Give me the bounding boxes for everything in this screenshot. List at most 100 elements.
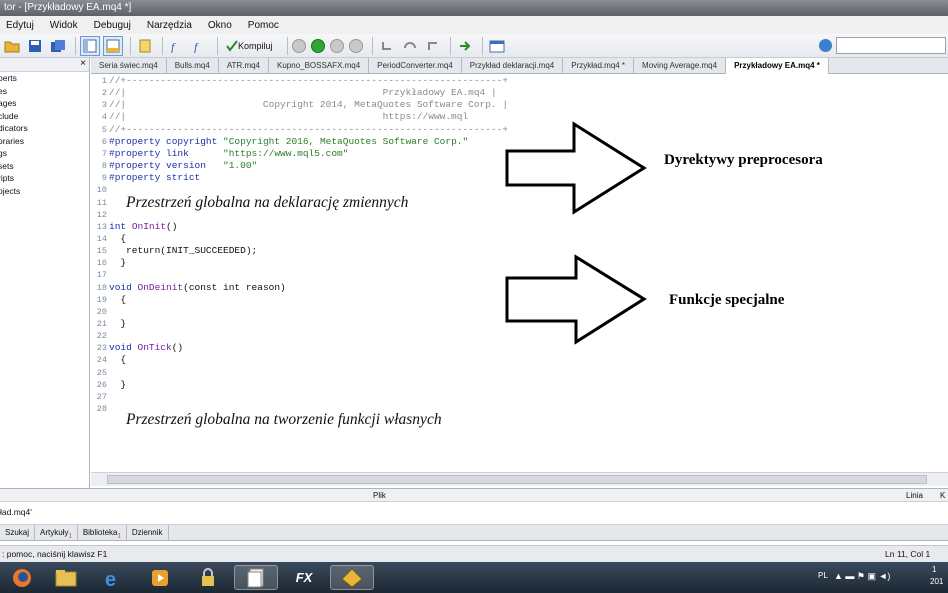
navigator-item[interactable]: dicators xyxy=(0,122,89,135)
svg-text:e: e xyxy=(105,569,116,589)
table-row[interactable]: ład.mq4' xyxy=(0,503,948,525)
tab-file[interactable]: Seria świec.mq4 xyxy=(91,58,167,74)
svg-text:f: f xyxy=(171,40,176,53)
tab-articles[interactable]: Artykuły1 xyxy=(35,525,78,541)
close-icon[interactable]: × xyxy=(80,58,86,69)
window-title-bar: tor - [Przykładowy EA.mq4 *] xyxy=(0,0,948,16)
horizontal-scrollbar[interactable] xyxy=(91,472,948,486)
tab-journal[interactable]: Dziennik xyxy=(127,525,169,541)
tab-file[interactable]: Kupno_BOSSAFX.mq4 xyxy=(269,58,370,74)
status-cursor-position: Ln 11, Col 1 xyxy=(885,549,931,559)
arrow-right-icon[interactable] xyxy=(455,36,475,56)
tab-file[interactable]: Bulls.mq4 xyxy=(167,58,219,74)
fx-icon[interactable]: FX xyxy=(282,565,326,590)
code-text: //| Copyright 2014, MetaQuotes Software … xyxy=(109,99,509,111)
tab-library-label: Biblioteka xyxy=(82,528,118,537)
tab-library[interactable]: Biblioteka1 xyxy=(78,525,127,541)
line-number: 10 xyxy=(96,185,107,196)
new-icon[interactable] xyxy=(135,36,155,56)
tray-icons[interactable]: ▲ ▬ ⚑ ▣ ◄) xyxy=(834,571,890,582)
function-list-icon[interactable]: f xyxy=(190,36,210,56)
column-line[interactable]: Linia xyxy=(906,491,923,500)
tab-file[interactable]: ATR.mq4 xyxy=(219,58,270,74)
documents-icon[interactable] xyxy=(234,565,278,590)
toolbar-separator xyxy=(449,36,451,55)
navigator-item[interactable]: perts xyxy=(0,72,89,85)
menu-window[interactable]: Okno xyxy=(208,20,232,31)
tab-file-active[interactable]: Przykładowy EA.mq4 * xyxy=(726,58,829,74)
status-bar: : pomoc, naciśnij klawisz F1 Ln 11, Col … xyxy=(0,545,948,562)
code-function-name: OnTick xyxy=(137,342,172,354)
tray-time: 1 xyxy=(932,565,937,574)
step-out-icon[interactable] xyxy=(423,36,443,56)
navigator-item[interactable]: ojects xyxy=(0,185,89,198)
compile-button[interactable]: Kompiluj xyxy=(222,36,277,56)
preprocessor-arrow-icon xyxy=(505,121,647,215)
code-text: return(INIT_SUCCEEDED); xyxy=(109,245,258,257)
output-file-cell: ład.mq4' xyxy=(0,507,32,517)
search-scope-icon[interactable] xyxy=(819,39,832,52)
tab-file[interactable]: Przykład deklaracji.mq4 xyxy=(462,58,564,74)
firefox-icon[interactable] xyxy=(0,565,44,590)
metaeditor-icon[interactable] xyxy=(330,565,374,590)
tab-file[interactable]: Przykład.mq4 * xyxy=(563,58,635,74)
line-number: 9 xyxy=(101,173,107,184)
code-line: } xyxy=(109,379,126,390)
navigator-item[interactable]: gs xyxy=(0,147,89,160)
menu-view[interactable]: Widok xyxy=(50,20,78,31)
code-editor[interactable]: 1 2 3 4 5 6 7 8 9 10 11 12 13 14 15 16 17 18 19 20 21 22 23 24 2… xyxy=(91,74,948,472)
scrollbar-thumb[interactable] xyxy=(107,475,927,484)
search-input[interactable] xyxy=(836,37,946,54)
code-keyword: int xyxy=(109,220,132,232)
step-into-icon[interactable] xyxy=(377,36,397,56)
navigator-item[interactable]: oraries xyxy=(0,135,89,148)
special-functions-arrow-icon xyxy=(505,254,647,345)
explorer-icon[interactable] xyxy=(44,565,88,590)
navigator-item[interactable]: ages xyxy=(0,97,89,110)
menu-tools[interactable]: Narzędzia xyxy=(147,20,192,31)
tab-file[interactable]: PeriodConverter.mq4 xyxy=(369,58,462,74)
stop-icon[interactable] xyxy=(348,38,363,53)
line-number: 17 xyxy=(96,270,107,281)
navigator-icon[interactable] xyxy=(80,35,100,56)
toolbar-separator xyxy=(162,36,163,55)
menu-help[interactable]: Pomoc xyxy=(248,20,279,31)
gear-icon[interactable] xyxy=(291,38,306,53)
code-line: //| https://www.mql xyxy=(109,111,485,122)
code-keyword: #property version xyxy=(109,160,218,172)
pause-icon[interactable] xyxy=(329,38,344,53)
toolbox-icon[interactable] xyxy=(103,35,123,56)
column-file[interactable]: Plik xyxy=(373,491,386,500)
play-icon[interactable] xyxy=(310,38,325,53)
code-line: { xyxy=(109,294,126,305)
menu-debug[interactable]: Debuguj xyxy=(94,20,131,31)
code-string: "Copyright 2016, MetaQuotes Software Cor… xyxy=(223,135,469,147)
code-line: //| Przykładowy EA.mq4 | xyxy=(109,87,497,98)
media-player-icon[interactable] xyxy=(138,565,182,590)
tab-search[interactable]: Szukaj xyxy=(0,525,36,541)
line-number: 19 xyxy=(96,294,107,305)
code-rest: () xyxy=(166,220,178,232)
tray-language[interactable]: PL xyxy=(818,571,828,580)
function-icon[interactable]: f xyxy=(167,36,187,56)
menu-edit[interactable]: Edytuj xyxy=(6,20,34,31)
window-icon[interactable] xyxy=(487,36,507,56)
open-icon[interactable] xyxy=(2,36,22,56)
column-extra[interactable]: K xyxy=(940,491,945,500)
tab-articles-label: Artykuły xyxy=(40,528,69,537)
save-icon[interactable] xyxy=(25,36,45,56)
code-text: } xyxy=(109,318,127,329)
navigator-item[interactable]: ripts xyxy=(0,172,89,185)
ie-icon[interactable]: e xyxy=(91,565,135,590)
toolbar: f f Kompiluj xyxy=(0,34,948,58)
save-all-icon[interactable] xyxy=(48,36,68,56)
tab-file[interactable]: Moving Average.mq4 xyxy=(634,58,727,74)
navigator-item[interactable]: es xyxy=(0,85,89,98)
step-over-icon[interactable] xyxy=(400,36,420,56)
code-line: //+-------------------------------------… xyxy=(109,124,508,135)
line-number: 15 xyxy=(96,246,107,257)
tab-journal-label: Dziennik xyxy=(131,528,163,537)
navigator-item[interactable]: sets xyxy=(0,160,89,173)
lock-icon[interactable] xyxy=(186,565,230,590)
navigator-item[interactable]: clude xyxy=(0,110,89,123)
